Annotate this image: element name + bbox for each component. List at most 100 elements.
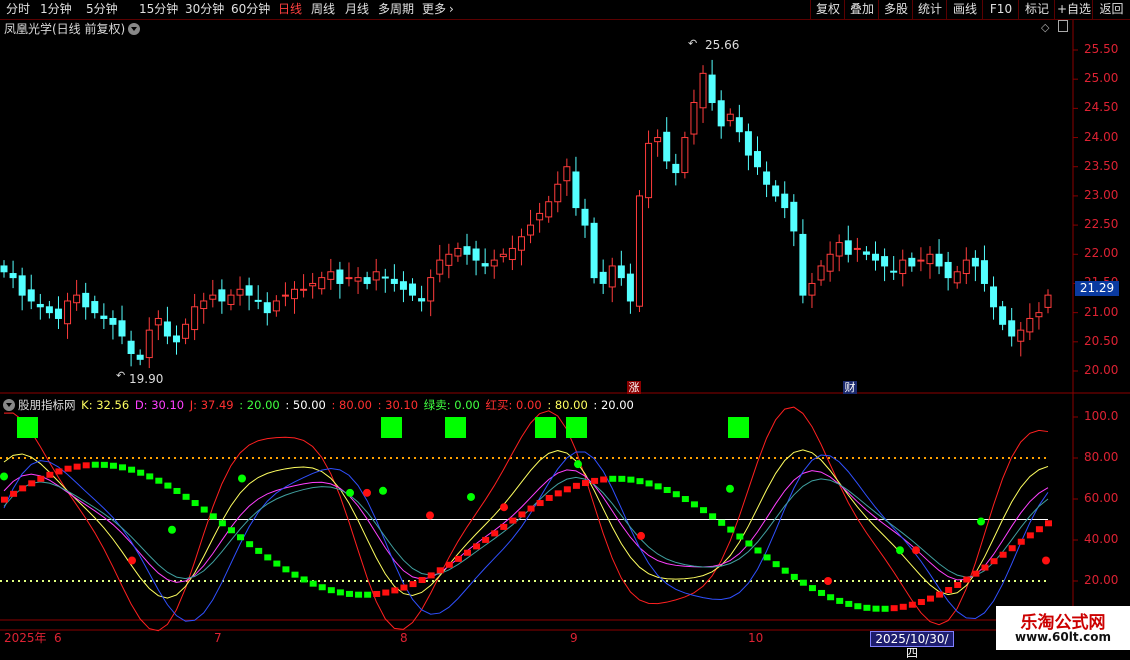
- signal-block: [545, 494, 553, 501]
- candle-body: [554, 183, 562, 203]
- candle-body: [409, 283, 417, 296]
- signal-block: [654, 483, 662, 490]
- candle-body: [790, 201, 798, 232]
- signal-block: [155, 477, 163, 484]
- signal-block: [763, 554, 771, 561]
- price-tick-label: 25.50: [1084, 42, 1119, 56]
- indicator-v80b: : 80.00: [547, 398, 588, 412]
- signal-block: [1008, 545, 1016, 552]
- signal-block: [345, 590, 353, 597]
- signal-block: [309, 580, 317, 587]
- price-tick-label: 21.00: [1084, 304, 1119, 319]
- candle-body: [218, 289, 226, 302]
- candle-body: [227, 294, 235, 305]
- candle-body: [463, 246, 471, 255]
- signal-block: [899, 603, 907, 610]
- candle-body: [672, 163, 680, 174]
- price-tick-label: 23.00: [1084, 187, 1119, 202]
- candle-body: [399, 281, 407, 290]
- indicator-menu-icon[interactable]: [3, 399, 15, 411]
- candle-body: [300, 288, 308, 291]
- signal-block: [19, 485, 27, 492]
- signal-block: [1017, 538, 1025, 545]
- signal-block: [246, 541, 254, 548]
- candle-body: [1035, 312, 1043, 318]
- signal-block: [463, 549, 471, 556]
- signal-block: [917, 598, 925, 605]
- signal-block: [336, 589, 344, 596]
- signal-block: [945, 587, 953, 594]
- signal-block: [82, 462, 90, 469]
- signal-block: [55, 468, 63, 475]
- sell-box: [381, 417, 402, 438]
- signal-block: [926, 595, 934, 602]
- signal-block: [64, 465, 72, 472]
- candle-body: [899, 259, 907, 275]
- candle-body: [545, 201, 553, 218]
- candle-body: [572, 171, 580, 209]
- signal-block: [1026, 532, 1034, 539]
- candle-body: [999, 306, 1007, 325]
- signal-block: [1045, 520, 1052, 527]
- signal-block: [264, 554, 272, 561]
- signal-block: [436, 567, 444, 574]
- signal-block: [527, 505, 535, 512]
- candle-body: [853, 247, 861, 250]
- candle-body: [254, 299, 262, 302]
- signal-dot: [363, 488, 371, 497]
- signal-block: [491, 530, 499, 537]
- signal-block: [808, 585, 816, 592]
- candle-body: [536, 212, 544, 221]
- signal-block: [28, 480, 36, 487]
- signal-block: [445, 561, 453, 568]
- signal-block: [609, 475, 617, 482]
- candle-body: [145, 329, 153, 359]
- signal-dot: [426, 511, 434, 520]
- candle-body: [581, 208, 589, 226]
- signal-block: [681, 496, 689, 503]
- signal-block: [164, 482, 172, 489]
- candle-body: [154, 317, 162, 326]
- signal-block: [473, 543, 481, 550]
- signal-block: [318, 584, 326, 591]
- signal-block: [37, 475, 45, 482]
- low-arrow-icon: ↶: [116, 369, 126, 382]
- signal-block: [781, 567, 789, 574]
- finance-marker[interactable]: 财: [843, 381, 857, 394]
- candle-body: [472, 248, 480, 261]
- date-month-6: 6: [54, 631, 62, 645]
- candle-body: [563, 166, 571, 182]
- chart-canvas: [0, 20, 1130, 632]
- candle-body: [490, 259, 498, 267]
- signal-block: [200, 506, 208, 513]
- indicator-k: K: 32.56: [81, 398, 130, 412]
- candle-body: [163, 321, 171, 337]
- candle-body: [427, 277, 435, 302]
- indicator-signals: [0, 417, 1052, 612]
- rise-marker[interactable]: 涨: [627, 381, 641, 394]
- signal-block: [954, 581, 962, 588]
- candle-body: [118, 320, 126, 337]
- indicator-legend: 股朋指标网 K: 32.56 D: 30.10 J: 37.49 : 20.00…: [18, 397, 636, 413]
- indicator-lines: [0, 406, 1049, 632]
- candle-body: [172, 335, 180, 343]
- signal-dot: [912, 546, 920, 555]
- candle-body: [971, 257, 979, 267]
- signal-block: [355, 591, 363, 598]
- candle-body: [944, 261, 952, 279]
- signal-block: [209, 513, 217, 520]
- indicator-name[interactable]: 股朋指标网: [18, 398, 76, 412]
- candle-body: [1017, 329, 1025, 342]
- candle-body: [962, 259, 970, 275]
- candle-body: [908, 257, 916, 267]
- candle-body: [735, 117, 743, 133]
- signal-block: [836, 597, 844, 604]
- candle-body: [345, 277, 353, 280]
- signal-block: [373, 590, 381, 597]
- j-line: [3, 406, 1049, 632]
- signal-block: [509, 517, 517, 524]
- signal-block: [890, 605, 898, 612]
- indicator-sell: 绿卖: 0.00: [423, 398, 480, 412]
- candle-body: [9, 273, 17, 279]
- candle-body: [826, 253, 834, 272]
